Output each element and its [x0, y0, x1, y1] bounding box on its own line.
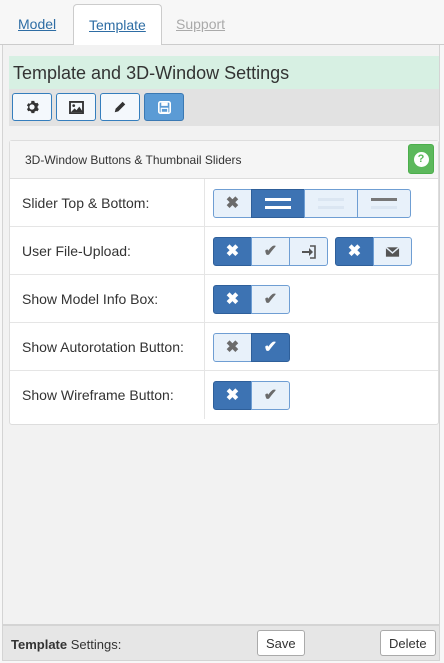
footer-label: Template Settings:	[11, 637, 121, 652]
upload-login-button[interactable]	[289, 237, 328, 266]
check-icon: ✔	[263, 290, 278, 308]
row-autorotation-button: Show Autorotation Button: ✖ ✔	[10, 323, 438, 371]
autorotation-off-button[interactable]: ✖	[213, 333, 252, 362]
divider	[204, 323, 205, 370]
footer-label-rest: Settings:	[67, 637, 122, 652]
row-user-file-upload: User File-Upload: ✖ ✔ ✖	[10, 227, 438, 275]
row-label: Show Wireframe Button:	[22, 387, 174, 403]
autorotation-toggle: ✖ ✔	[213, 333, 290, 362]
divider	[204, 275, 205, 322]
check-icon: ✔	[263, 242, 278, 260]
sign-in-icon	[301, 244, 316, 259]
save-icon	[157, 100, 171, 114]
times-icon: ✖	[347, 242, 362, 260]
save-template-button[interactable]	[144, 93, 184, 121]
times-icon: ✖	[225, 386, 240, 404]
settings-header: Template and 3D-Window Settings	[9, 56, 439, 133]
settings-button[interactable]	[12, 93, 52, 121]
check-icon: ✔	[263, 338, 278, 356]
row-model-info-box: Show Model Info Box: ✖ ✔	[10, 275, 438, 323]
edit-button[interactable]	[100, 93, 140, 121]
times-icon: ✖	[225, 290, 240, 308]
row-label: Slider Top & Bottom:	[22, 195, 150, 211]
row-wireframe-button: Show Wireframe Button: ✖ ✔	[10, 371, 438, 419]
times-icon: ✖	[225, 194, 240, 212]
tab-template[interactable]: Template	[73, 4, 162, 46]
row-label: Show Model Info Box:	[22, 291, 159, 307]
wireframe-toggle: ✖ ✔	[213, 381, 290, 410]
bars-both-icon	[265, 198, 291, 209]
check-icon: ✔	[263, 386, 278, 404]
buttons-sliders-panel: 3D-Window Buttons & Thumbnail Sliders ? …	[9, 140, 439, 425]
upload-on-button[interactable]: ✔	[251, 237, 290, 266]
image-icon	[68, 100, 84, 114]
page-title: Template and 3D-Window Settings	[9, 56, 439, 89]
email-group: ✖	[335, 237, 412, 266]
toolbar	[9, 89, 439, 126]
row-label: User File-Upload:	[22, 243, 131, 259]
upload-off-button[interactable]: ✖	[213, 237, 252, 266]
email-on-button[interactable]	[373, 237, 412, 266]
tab-model[interactable]: Model	[3, 4, 71, 45]
tab-support[interactable]: Support	[161, 4, 240, 45]
wireframe-on-button[interactable]: ✔	[251, 381, 290, 410]
delete-button[interactable]: Delete	[380, 630, 436, 656]
footer-label-bold: Template	[11, 637, 68, 652]
info-box-on-button[interactable]: ✔	[251, 285, 290, 314]
panel-title: 3D-Window Buttons & Thumbnail Sliders	[25, 153, 242, 167]
times-icon: ✖	[225, 242, 240, 260]
slider-position-group: ✖	[213, 189, 411, 218]
bar-top-icon	[371, 198, 397, 209]
divider	[204, 227, 205, 274]
footer-bar: Template Settings: Save Delete	[2, 625, 440, 661]
divider	[204, 371, 205, 419]
email-off-button[interactable]: ✖	[335, 237, 374, 266]
slider-none-button[interactable]: ✖	[213, 189, 252, 218]
wireframe-off-button[interactable]: ✖	[213, 381, 252, 410]
question-icon: ?	[413, 151, 429, 167]
help-button[interactable]: ?	[408, 144, 434, 174]
envelope-icon	[385, 246, 400, 257]
bars-bottom-icon	[318, 198, 344, 209]
slider-top-bottom-button[interactable]	[251, 189, 305, 218]
panel-header: 3D-Window Buttons & Thumbnail Sliders ?	[10, 141, 438, 179]
tab-bar: Model Template Support	[0, 0, 444, 46]
autorotation-on-button[interactable]: ✔	[251, 333, 290, 362]
row-label: Show Autorotation Button:	[22, 339, 184, 355]
slider-bottom-button[interactable]	[304, 189, 358, 218]
gear-icon	[26, 100, 39, 114]
upload-group: ✖ ✔	[213, 237, 328, 266]
main-panel: Template and 3D-Window Settings 3D-Windo…	[2, 45, 440, 625]
save-button[interactable]: Save	[257, 630, 305, 656]
image-button[interactable]	[56, 93, 96, 121]
row-slider-top-bottom: Slider Top & Bottom: ✖	[10, 179, 438, 227]
info-box-off-button[interactable]: ✖	[213, 285, 252, 314]
slider-top-button[interactable]	[357, 189, 411, 218]
times-icon: ✖	[225, 338, 240, 356]
pencil-icon	[114, 101, 126, 113]
divider	[204, 179, 205, 226]
info-box-toggle: ✖ ✔	[213, 285, 290, 314]
